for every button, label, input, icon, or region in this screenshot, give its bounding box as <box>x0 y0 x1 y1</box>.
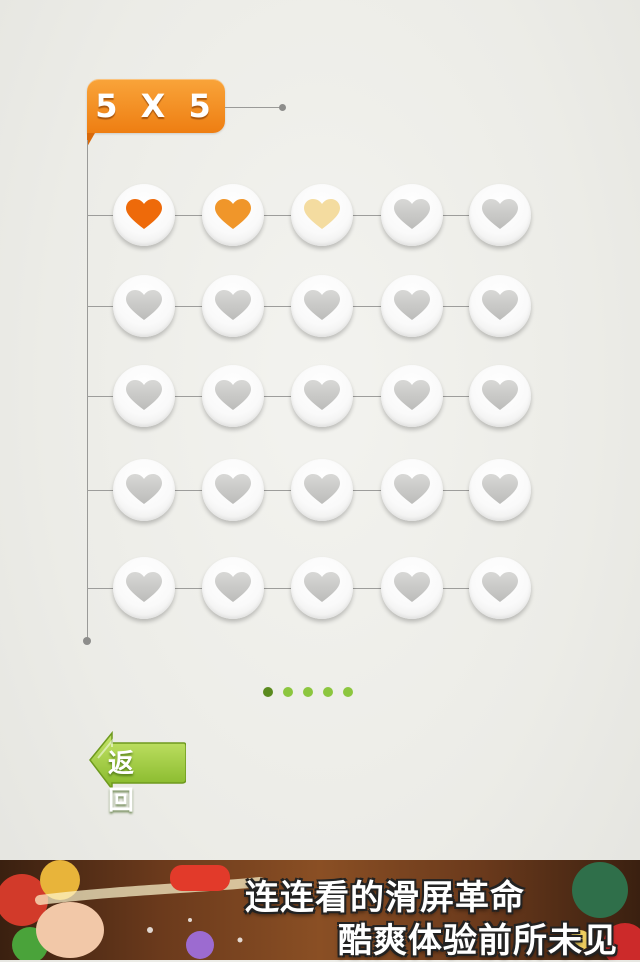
page-dot-2[interactable] <box>283 687 293 697</box>
back-button[interactable]: 返 回 <box>88 729 187 816</box>
stage-row <box>87 554 531 624</box>
stage-button-8[interactable] <box>291 275 353 337</box>
stage-button-12[interactable] <box>202 365 264 427</box>
heart-icon <box>126 380 162 410</box>
grid-spine-dot <box>83 637 91 645</box>
page-indicator <box>263 687 353 697</box>
stage-button-1[interactable] <box>113 184 175 246</box>
stage-button-13[interactable] <box>291 365 353 427</box>
level-board: 5 X 5 返 回 <box>0 0 640 860</box>
stage-button-23[interactable] <box>291 557 353 619</box>
stage-row <box>87 181 531 251</box>
stage-button-25[interactable] <box>469 557 531 619</box>
level-title-tab: 5 X 5 <box>87 79 225 147</box>
heart-icon <box>126 572 162 602</box>
back-button-label: 返 回 <box>108 749 141 816</box>
stage-button-19[interactable] <box>381 459 443 521</box>
heart-icon <box>482 474 518 504</box>
stage-button-10[interactable] <box>469 275 531 337</box>
page-dot-5[interactable] <box>343 687 353 697</box>
stage-button-16[interactable] <box>113 459 175 521</box>
stage-row <box>87 272 531 342</box>
ad-subline: 酷爽体验前所未见 <box>338 921 618 961</box>
heart-icon <box>482 290 518 320</box>
heart-icon <box>215 290 251 320</box>
stage-button-17[interactable] <box>202 459 264 521</box>
page-dot-3[interactable] <box>303 687 313 697</box>
heart-icon <box>215 199 251 229</box>
stage-button-2[interactable] <box>202 184 264 246</box>
stage-button-14[interactable] <box>381 365 443 427</box>
ad-headline: 连连看的滑屏革命 <box>245 878 525 918</box>
stage-button-9[interactable] <box>381 275 443 337</box>
heart-icon <box>394 199 430 229</box>
stage-button-24[interactable] <box>381 557 443 619</box>
heart-icon <box>482 380 518 410</box>
heart-icon <box>482 572 518 602</box>
heart-icon <box>394 572 430 602</box>
heart-icon <box>304 380 340 410</box>
heart-icon <box>304 474 340 504</box>
heart-icon <box>215 474 251 504</box>
heart-icon <box>482 199 518 229</box>
heart-icon <box>304 290 340 320</box>
stage-button-3[interactable] <box>291 184 353 246</box>
stage-row <box>87 456 531 526</box>
stage-button-20[interactable] <box>469 459 531 521</box>
level-title: 5 X 5 <box>95 87 217 125</box>
stage-button-22[interactable] <box>202 557 264 619</box>
stage-button-18[interactable] <box>291 459 353 521</box>
stage-button-4[interactable] <box>381 184 443 246</box>
page-dot-1[interactable] <box>263 687 273 697</box>
stage-button-7[interactable] <box>202 275 264 337</box>
heart-icon <box>215 380 251 410</box>
stage-button-15[interactable] <box>469 365 531 427</box>
heart-icon <box>394 290 430 320</box>
stage-button-6[interactable] <box>113 275 175 337</box>
heart-icon <box>126 474 162 504</box>
stage-button-21[interactable] <box>113 557 175 619</box>
page-dot-4[interactable] <box>323 687 333 697</box>
stage-row <box>87 362 531 432</box>
stage-button-11[interactable] <box>113 365 175 427</box>
heart-icon <box>304 572 340 602</box>
heart-icon <box>126 290 162 320</box>
title-connector-dot <box>279 104 286 111</box>
heart-icon <box>394 380 430 410</box>
heart-icon <box>394 474 430 504</box>
title-connector-line <box>225 107 282 108</box>
stage-button-5[interactable] <box>469 184 531 246</box>
heart-icon <box>215 572 251 602</box>
heart-icon <box>304 199 340 229</box>
heart-icon <box>126 199 162 229</box>
